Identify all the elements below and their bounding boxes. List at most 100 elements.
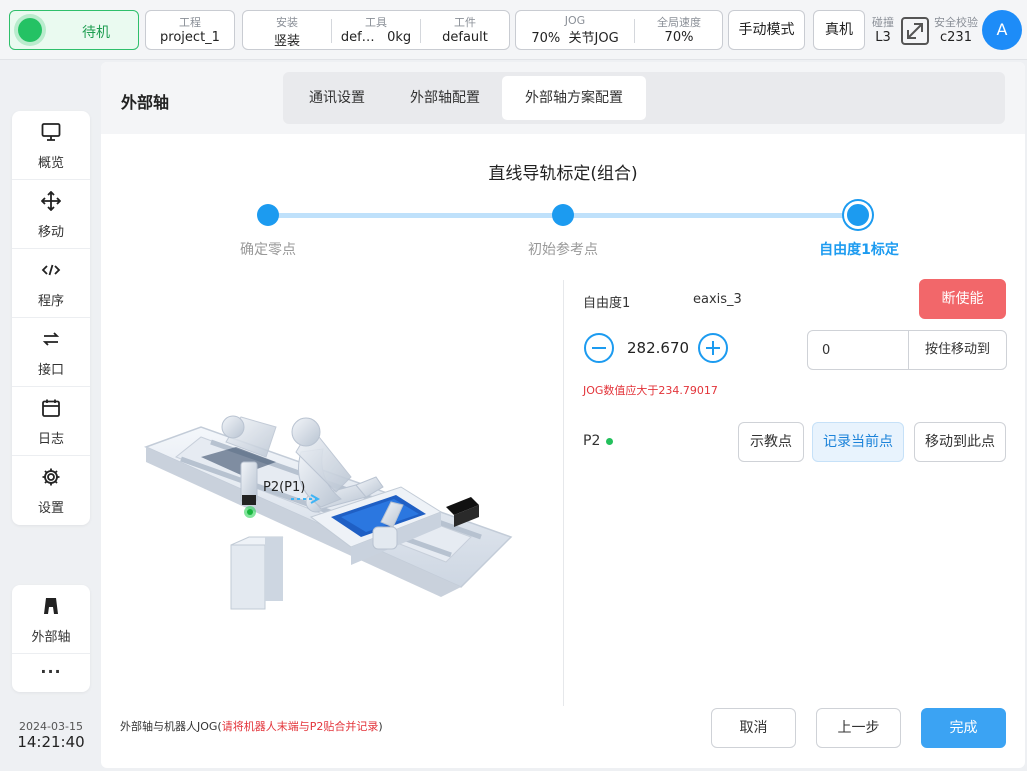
top-bar: 待机 工程 project_1 安装 竖装 工具 def… 0kg 工件 def…: [0, 0, 1027, 60]
workpiece-label: 工件: [454, 16, 476, 29]
sidebar-item-external-axis[interactable]: 外部轴: [12, 585, 90, 654]
collision-label: 碰撞: [872, 16, 894, 29]
sidebar-item-label: 接口: [37, 363, 64, 378]
sidebar-item-log[interactable]: 日志: [12, 387, 90, 456]
step-label-initial-reference: 初始参考点: [528, 242, 598, 258]
tool-label: 工具: [365, 16, 387, 29]
illustration-point-label: P2(P1): [263, 480, 306, 495]
move-to-input-group: 按住移动到: [807, 330, 1007, 370]
jog-increase-button[interactable]: [698, 333, 728, 363]
footer-note-prefix: 外部轴与机器人JOG(: [120, 720, 222, 733]
safety-check[interactable]: 安全校验 c231: [930, 14, 982, 45]
safety-check-label: 安全校验: [934, 16, 978, 29]
install-cell[interactable]: 安装 竖装: [243, 11, 331, 49]
interface-icon: [42, 332, 60, 346]
code-icon: [41, 264, 61, 276]
install-value: 竖装: [273, 34, 300, 49]
move-to-point-button[interactable]: 移动到此点: [914, 422, 1006, 462]
jog-decrease-button[interactable]: [584, 333, 614, 363]
axis-name: eaxis_3: [693, 292, 742, 307]
jog-speed-group[interactable]: JOG 70% 关节JOG 全局速度 70%: [515, 10, 723, 50]
sidebar-item-settings[interactable]: 设置: [12, 456, 90, 525]
sidebar-item-program[interactable]: 程序: [12, 249, 90, 318]
tool-cell[interactable]: 工具 def… 0kg: [332, 11, 420, 49]
footer-note-highlight: 请将机器人末端与P2贴合并记录: [221, 720, 379, 733]
page-title: 外部轴: [121, 93, 170, 112]
sidebar-item-interface[interactable]: 接口: [12, 318, 90, 387]
status-indicator-icon: [18, 18, 42, 42]
jog-value: 70% 关节JOG: [516, 27, 634, 46]
jog-position-value: 282.670: [627, 339, 690, 357]
project-value: project_1: [160, 30, 220, 45]
install-label: 安装: [276, 16, 298, 29]
footer-instruction: 外部轴与机器人JOG(请将机器人末端与P2贴合并记录): [120, 718, 383, 734]
tab-external-axis-config[interactable]: 外部轴配置: [391, 76, 499, 120]
project-label: 工程: [179, 16, 201, 29]
safety-check-value: c231: [940, 30, 972, 45]
record-current-point-button[interactable]: 记录当前点: [812, 422, 904, 462]
project-selector[interactable]: 工程 project_1: [145, 10, 235, 50]
calendar-icon: [42, 399, 60, 417]
tool-name: def…: [340, 30, 375, 45]
finish-button[interactable]: 完成: [921, 708, 1006, 748]
workpiece-value: default: [442, 30, 488, 45]
tool-value: def… 0kg: [332, 30, 420, 45]
jog-mode: 关节JOG: [568, 31, 619, 46]
sidebar-nav: 概览 移动 程序 接口 日志 设置: [12, 111, 90, 525]
step-label-zero-point: 确定零点: [240, 242, 296, 258]
tab-bar: 通讯设置 外部轴配置 外部轴方案配置: [283, 72, 1005, 124]
sidebar-item-label: 程序: [37, 294, 64, 309]
move-icon: [41, 191, 61, 211]
manual-mode-button[interactable]: 手动模式: [728, 10, 805, 50]
step-label-dof1-calibration: 自由度1标定: [819, 242, 899, 258]
robot-status-button[interactable]: 待机: [9, 10, 139, 50]
step-dot-done: [552, 204, 574, 226]
jog-warning-text: JOG数值应大于234.79017: [583, 384, 718, 397]
sidebar-item-label: 移动: [37, 225, 64, 240]
install-tool-workpiece-group[interactable]: 安装 竖装 工具 def… 0kg 工件 default: [242, 10, 510, 50]
tab-communication-settings[interactable]: 通讯设置: [287, 76, 387, 120]
current-time: 14:21:40: [17, 733, 85, 751]
external-axis-icon: [44, 598, 58, 614]
jog-label: JOG: [564, 14, 586, 27]
previous-step-button[interactable]: 上一步: [816, 708, 901, 748]
real-machine-button[interactable]: 真机: [813, 10, 865, 50]
global-speed-cell[interactable]: 全局速度 70%: [635, 11, 723, 49]
sidebar-item-more[interactable]: ···: [12, 654, 90, 692]
current-date: 2024-03-15: [19, 720, 83, 733]
jog-cell[interactable]: JOG 70% 关节JOG: [516, 11, 634, 49]
monitor-icon: [41, 123, 61, 141]
hold-move-to-button[interactable]: 按住移动到: [908, 331, 1006, 369]
user-avatar[interactable]: A: [982, 10, 1022, 50]
sidebar-item-overview[interactable]: 概览: [12, 111, 90, 180]
more-icon: ···: [40, 662, 62, 681]
move-target-input[interactable]: [808, 331, 908, 369]
sidebar-item-label: 概览: [37, 156, 64, 171]
footer-note-suffix: ): [378, 720, 383, 733]
main-panel: 外部轴 通讯设置 外部轴配置 外部轴方案配置 直线导轨标定(组合) 确定零点 初…: [101, 62, 1025, 768]
collision-level[interactable]: 碰撞 L3: [866, 14, 900, 45]
sidebar-item-label: 外部轴: [31, 630, 71, 645]
main-header: 外部轴 通讯设置 外部轴配置 外部轴方案配置: [101, 62, 1025, 134]
panel-divider: [563, 280, 564, 706]
sidebar-item-label: 日志: [37, 432, 64, 447]
cancel-button[interactable]: 取消: [711, 708, 796, 748]
expand-icon[interactable]: [900, 16, 930, 46]
dof-label: 自由度1: [583, 296, 631, 311]
sidebar-item-label: 设置: [37, 501, 64, 516]
global-speed-value: 70%: [664, 30, 694, 45]
tab-external-axis-scheme[interactable]: 外部轴方案配置: [502, 76, 646, 120]
teach-point-button[interactable]: 示教点: [738, 422, 804, 462]
point-label: P2: [583, 433, 601, 449]
workpiece-cell[interactable]: 工件 default: [421, 11, 509, 49]
step-dot-current: [844, 201, 872, 229]
linear-rail-robot-illustration: [143, 415, 513, 610]
disable-button[interactable]: 断使能: [919, 279, 1006, 319]
sidebar-item-move[interactable]: 移动: [12, 180, 90, 249]
point-status-icon: [606, 438, 613, 445]
sidebar-bottom-nav: 外部轴 ···: [12, 585, 90, 692]
jog-percent: 70%: [531, 31, 561, 46]
tool-payload: 0kg: [387, 30, 412, 45]
step-dot-done: [257, 204, 279, 226]
robot-status-label: 待机: [82, 25, 110, 41]
